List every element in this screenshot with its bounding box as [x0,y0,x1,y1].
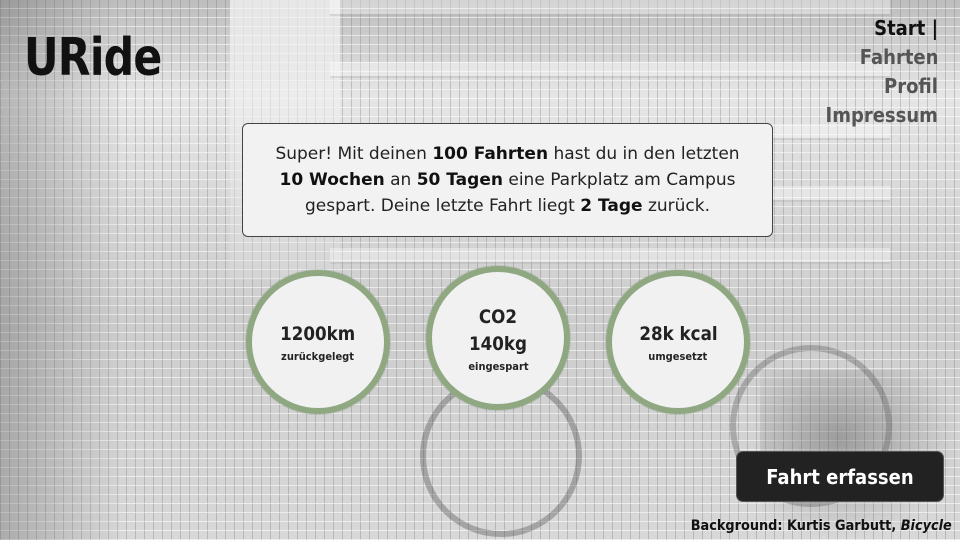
nav-item-start[interactable]: Start | [874,14,938,43]
message-text-1: Super! Mit deinen [275,144,433,164]
stat-distance-circle: 1200km zurückgelegt [246,270,390,414]
message-rides-count: 100 Fahrten [432,144,549,164]
stat-kcal-value: 28k kcal [638,323,718,345]
credit-work-title: Bicycle [900,518,952,534]
stat-co2-circle: CO2 140kg eingespart [426,266,570,410]
app-logo: URide [24,28,162,88]
stat-kcal-circle: 28k kcal umgesetzt [606,270,750,414]
stat-distance-value: 1200km [280,323,356,345]
record-ride-button[interactable]: Fahrt erfassen [736,451,944,502]
nav-item-fahrten[interactable]: Fahrten [859,43,938,72]
nav-item-profil[interactable]: Profil [884,72,938,101]
stat-co2-label: eingespart [467,359,529,373]
summary-message: Super! Mit deinen 100 Fahrten hast du in… [257,141,758,219]
message-days: 50 Tagen [416,170,503,190]
stat-distance-label: zurückgelegt [281,350,355,363]
record-ride-button-label: Fahrt erfassen [766,464,914,489]
message-weeks: 10 Wochen [279,170,385,190]
credit-prefix: Background: Kurtis Garbutt, [690,518,901,534]
background-credit: Background: Kurtis Garbutt, Bicycle [691,518,952,534]
nav-item-impressum[interactable]: Impressum [826,101,938,130]
stat-kcal-label: umgesetzt [648,350,708,363]
message-text-3: an [384,170,417,190]
stat-co2-value: CO2 140kg [469,305,527,355]
message-text-5: zurück. [642,196,711,216]
summary-message-box: Super! Mit deinen 100 Fahrten hast du in… [242,123,773,237]
message-last-ride: 2 Tage [580,196,643,216]
main-navigation: Start | Fahrten Profil Impressum [813,14,938,130]
message-text-2: hast du in den letzten [548,144,740,164]
